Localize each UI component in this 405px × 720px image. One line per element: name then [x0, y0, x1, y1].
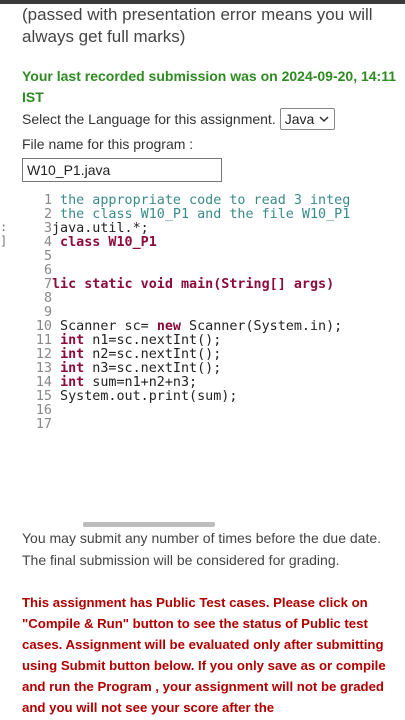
submission-info: You may submit any number of times befor… [22, 530, 382, 568]
file-name-label: File name for this program : [22, 136, 194, 152]
code-line: 16 [35, 403, 52, 418]
last-submission-notice: Your last recorded submission was on 202… [22, 68, 397, 105]
code-line: 17 [35, 417, 52, 432]
code-line: 11 int n1=sc.nextInt(); [35, 333, 222, 348]
public-test-notice: This assignment has Public Test cases. P… [22, 595, 386, 715]
code-line: 1 the appropriate code to read 3 integ [43, 193, 351, 208]
code-line: 15 System.out.print(sum); [35, 389, 238, 404]
language-selected-value: Java [284, 111, 315, 127]
editor-horizontal-scrollbar[interactable] [83, 522, 215, 527]
code-line: 9 [43, 305, 52, 320]
code-line: 6 [43, 263, 52, 278]
file-name-field[interactable]: W10_P1.java [22, 158, 222, 182]
code-editor[interactable]: : ] 1 the appropriate code to read 3 int… [0, 192, 405, 442]
code-line: 3java.util.*; [43, 221, 149, 236]
code-line: 5 [43, 249, 52, 264]
code-line: 2 the class W10_P1 and the file W10_P1 [43, 207, 351, 222]
language-select[interactable]: Java [279, 108, 336, 130]
chevron-down-icon [319, 116, 329, 123]
code-line: 14 int sum=n1+n2+n3; [35, 375, 198, 390]
code-line: 12 int n2=sc.nextInt(); [35, 347, 222, 362]
language-label: Select the Language for this assignment. [22, 111, 276, 127]
code-line: 10 Scanner sc= new Scanner(System.in); [35, 319, 343, 334]
language-row: Select the Language for this assignment.… [22, 108, 336, 130]
code-line: 4 class W10_P1 [43, 235, 157, 250]
intro-note: (passed with presentation error means yo… [22, 5, 373, 46]
code-line: 7lic static void main(String[] args) [43, 277, 335, 292]
code-line: 13 int n3=sc.nextInt(); [35, 361, 222, 376]
code-line: 8 [43, 291, 52, 306]
